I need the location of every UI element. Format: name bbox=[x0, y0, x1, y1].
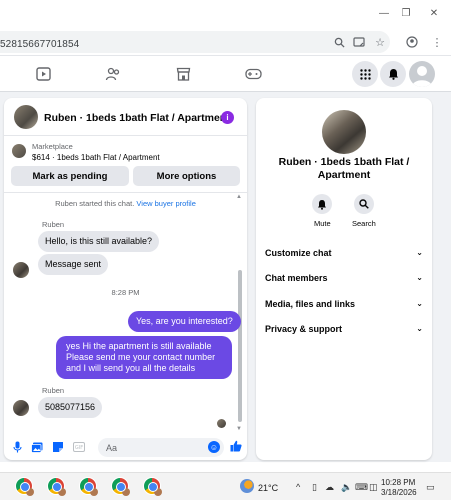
show-hidden-icons-icon[interactable]: ^ bbox=[296, 482, 300, 492]
clock-time[interactable]: 10:28 PM bbox=[381, 478, 415, 487]
incoming-message: Message sent bbox=[38, 254, 109, 275]
contact-avatar[interactable] bbox=[14, 105, 38, 129]
section-label: Chat members bbox=[265, 273, 328, 283]
chrome-profile-icon[interactable] bbox=[143, 477, 162, 496]
restore-icon[interactable]: ❐ bbox=[398, 6, 414, 20]
section-label: Privacy & support bbox=[265, 324, 343, 334]
photo-icon[interactable] bbox=[31, 441, 43, 453]
message-composer: GIF Aa ☺ bbox=[4, 434, 247, 460]
conversation-info-panel: Ruben · 1beds 1bath Flat / Apartment Mut… bbox=[256, 98, 432, 460]
chevron-down-icon: ⌄ bbox=[416, 273, 423, 282]
chrome-profile-icon[interactable] bbox=[47, 477, 66, 496]
listing-title[interactable]: $614 · 1beds 1bath Flat / Apartment bbox=[32, 153, 160, 162]
chat-title[interactable]: Ruben · 1beds 1bath Flat / Apartment bbox=[44, 112, 230, 124]
sender-name: Ruben bbox=[42, 386, 65, 395]
cast-icon[interactable] bbox=[352, 35, 366, 49]
chat-members-section[interactable]: Chat members ⌄ bbox=[265, 273, 423, 287]
info-icon[interactable]: i bbox=[221, 111, 234, 124]
profile-icon[interactable] bbox=[405, 35, 419, 49]
marketplace-icon[interactable] bbox=[174, 66, 192, 82]
chrome-profile-icon[interactable] bbox=[79, 477, 98, 496]
groups-icon[interactable] bbox=[104, 66, 122, 82]
url-text: 52815667701854 bbox=[0, 39, 80, 50]
message-line: yes Hi the apartment is still available bbox=[66, 341, 212, 351]
message-line: Please send me your contact number bbox=[66, 352, 216, 362]
cloud-icon[interactable]: ☁ bbox=[325, 482, 334, 493]
marketplace-label: Marketplace bbox=[32, 142, 73, 151]
outgoing-message: Yes, are you interested? bbox=[128, 311, 241, 332]
mute-bell-icon[interactable] bbox=[312, 194, 332, 214]
keyboard-icon[interactable]: ⌨ bbox=[355, 482, 368, 493]
system-message: Ruben started this chat. View buyer prof… bbox=[4, 199, 247, 208]
mute-label[interactable]: Mute bbox=[314, 219, 331, 228]
section-label: Media, files and links bbox=[265, 299, 356, 309]
gif-icon[interactable]: GIF bbox=[73, 441, 85, 453]
mark-as-pending-button[interactable]: Mark as pending bbox=[11, 166, 129, 186]
incoming-message: 5085077156 bbox=[38, 397, 103, 418]
divider bbox=[4, 192, 247, 193]
chevron-down-icon: ⌄ bbox=[416, 248, 423, 257]
incoming-message: Hello, is this still available? bbox=[38, 231, 160, 252]
info-title-line: Ruben · 1beds 1bath Flat / bbox=[278, 156, 410, 168]
close-icon[interactable]: ✕ bbox=[426, 6, 442, 20]
chrome-profile-icon[interactable] bbox=[15, 477, 34, 496]
chat-header: Ruben · 1beds 1bath Flat / Apartment i bbox=[4, 98, 247, 136]
listing-avatar[interactable] bbox=[322, 110, 366, 154]
temperature[interactable]: 21°C bbox=[258, 483, 278, 493]
message-input-placeholder: Aa bbox=[106, 443, 118, 453]
chat-window: Ruben · 1beds 1bath Flat / Apartment i M… bbox=[4, 98, 247, 460]
listing-thumbnail[interactable] bbox=[12, 144, 26, 158]
message-line: and I will send you all the details bbox=[66, 363, 196, 373]
clock-date[interactable]: 3/18/2026 bbox=[381, 488, 417, 497]
speaker-icon[interactable]: 🔈 bbox=[341, 482, 352, 493]
outgoing-message: yes Hi the apartment is still available … bbox=[56, 336, 232, 379]
view-buyer-profile-link[interactable]: View buyer profile bbox=[136, 199, 195, 208]
sticker-icon[interactable] bbox=[52, 441, 64, 453]
emoji-icon[interactable]: ☺ bbox=[208, 441, 220, 453]
chrome-profile-icon[interactable] bbox=[111, 477, 130, 496]
chevron-down-icon: ⌄ bbox=[416, 324, 423, 333]
notifications-bell-icon[interactable] bbox=[380, 61, 406, 87]
weather-icon[interactable] bbox=[240, 479, 254, 493]
seen-indicator-avatar bbox=[217, 419, 226, 428]
bookmark-star-icon[interactable]: ☆ bbox=[373, 35, 387, 49]
search-label[interactable]: Search bbox=[352, 219, 376, 228]
network-icon[interactable]: ◫ bbox=[369, 482, 378, 493]
facebook-top-nav bbox=[0, 56, 451, 92]
thumbs-up-icon[interactable] bbox=[230, 440, 242, 452]
video-icon[interactable] bbox=[34, 66, 52, 82]
sender-name: Ruben bbox=[42, 220, 65, 229]
sender-avatar[interactable] bbox=[13, 262, 29, 278]
zoom-icon[interactable] bbox=[332, 35, 346, 49]
minimize-icon[interactable]: — bbox=[376, 6, 392, 20]
info-title: Ruben · 1beds 1bath Flat / Apartment bbox=[256, 156, 432, 182]
taskbar: 21°C ^ ▯ ☁ 🔈 ⌨ ◫ 10:28 PM 3/18/2026 ▭ bbox=[0, 472, 451, 500]
gaming-icon[interactable] bbox=[244, 66, 262, 82]
message-input[interactable]: Aa ☺ bbox=[98, 438, 224, 457]
menu-grid-icon[interactable] bbox=[352, 61, 378, 87]
microphone-icon[interactable] bbox=[11, 441, 23, 453]
svg-text:GIF: GIF bbox=[75, 445, 83, 451]
notification-center-icon[interactable]: ▭ bbox=[426, 482, 435, 493]
customize-chat-section[interactable]: Customize chat ⌄ bbox=[265, 248, 423, 262]
kebab-menu-icon[interactable]: ⋮ bbox=[430, 35, 444, 49]
section-label: Customize chat bbox=[265, 248, 332, 258]
sender-avatar[interactable] bbox=[13, 400, 29, 416]
more-options-button[interactable]: More options bbox=[133, 166, 240, 186]
browser-title-bar: — ❐ ✕ bbox=[0, 0, 451, 28]
system-message-text: Ruben started this chat. bbox=[55, 199, 135, 208]
scroll-down-arrow-icon[interactable]: ▼ bbox=[236, 426, 242, 432]
search-icon[interactable] bbox=[354, 194, 374, 214]
account-avatar[interactable] bbox=[409, 61, 435, 87]
media-files-links-section[interactable]: Media, files and links ⌄ bbox=[265, 299, 423, 313]
privacy-support-section[interactable]: Privacy & support ⌄ bbox=[265, 324, 423, 338]
message-timestamp: 8:28 PM bbox=[111, 288, 140, 297]
chevron-down-icon: ⌄ bbox=[416, 299, 423, 308]
info-title-line: Apartment bbox=[317, 169, 371, 181]
address-bar: 52815667701854 ☆ ⋮ bbox=[0, 28, 451, 56]
device-icon[interactable]: ▯ bbox=[312, 482, 317, 493]
